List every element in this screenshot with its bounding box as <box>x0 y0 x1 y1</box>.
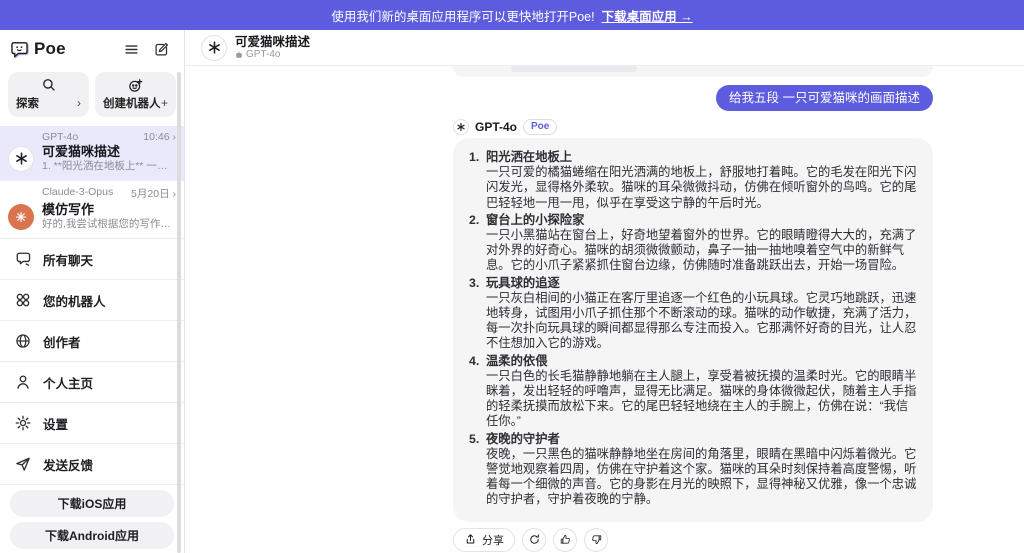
sidebar-item-your-bots[interactable]: 您的机器人 <box>0 280 184 321</box>
poe-badge[interactable]: Poe <box>523 119 557 135</box>
bot-mini-icon <box>235 51 243 59</box>
poe-brand[interactable]: Poe <box>10 39 66 59</box>
chevron-right-icon: › <box>173 188 177 200</box>
compose-icon[interactable] <box>153 41 170 58</box>
chat-title: 可爱猫咪描述 <box>42 144 174 160</box>
item-title: 窗台上的小探险家 <box>486 213 917 228</box>
top-banner: 使用我们新的桌面应用程序可以更快地打开Poe! 下载桌面应用 → <box>0 0 1024 30</box>
share-icon <box>464 533 477 546</box>
message-actions: 分享 <box>453 528 933 552</box>
chat-item-imitation-writing[interactable]: Claude-3-Opus 5月20日 › 模仿写作 好的,我尝试根据您的写作风… <box>0 181 184 239</box>
chevron-right-icon: › <box>173 131 177 143</box>
thumbs-up-icon <box>559 533 572 546</box>
gpt4o-avatar <box>453 119 469 135</box>
list-item: 4. 温柔的依偎一只白色的长毛猫静静地躺在主人腿上，享受着被抚摸的温柔时光。它的… <box>469 354 917 430</box>
sidebar-header: Poe <box>0 30 184 68</box>
explore-label: 探索 <box>16 95 39 111</box>
thumbs-down-icon <box>590 533 603 546</box>
sidebar-item-all-chats[interactable]: 所有聊天 <box>0 239 184 280</box>
chat-header-avatar <box>201 35 227 61</box>
gear-icon <box>14 414 32 432</box>
gpt4o-avatar <box>8 146 34 172</box>
search-icon <box>16 77 81 93</box>
list-item: 3. 玩具球的追逐一只灰白相间的小猫正在客厅里追逐一个红色的小玩具球。它灵巧地跳… <box>469 276 917 352</box>
bot-plus-icon <box>103 77 168 94</box>
nav-label: 发送反馈 <box>43 455 93 474</box>
chat-main: 可爱猫咪描述 GPT-4o 给我五段 一只可爱猫咪的画面描述 <box>185 30 1024 553</box>
item-text: 夜晚，一只黑色的猫咪静静地坐在房间的角落里，眼睛在黑暗中闪烁着微光。它警觉地观察… <box>486 447 917 508</box>
item-text: 一只小黑猫站在窗台上，好奇地望着窗外的世界。它的眼睛瞪得大大的，充满了对外界的好… <box>486 228 917 274</box>
item-title: 温柔的依偎 <box>486 354 917 369</box>
create-bot-button[interactable]: 创建机器人 + <box>95 72 176 117</box>
sidebar-scrollbar[interactable] <box>177 72 181 553</box>
list-item: 5. 夜晚的守护者夜晚，一只黑色的猫咪静静地坐在房间的角落里，眼睛在黑暗中闪烁着… <box>469 432 917 508</box>
bot-name: GPT-4o <box>475 120 517 134</box>
thumbs-up-button[interactable] <box>553 528 577 552</box>
profile-icon <box>14 373 32 391</box>
retry-button[interactable] <box>522 528 546 552</box>
list-item: 2. 窗台上的小探险家一只小黑猫站在窗台上，好奇地望着窗外的世界。它的眼睛瞪得大… <box>469 213 917 274</box>
sidebar: Poe 探索 › <box>0 30 185 553</box>
chats-icon <box>14 250 32 268</box>
chat-header: 可爱猫咪描述 GPT-4o <box>185 30 1024 66</box>
nav-label: 创作者 <box>43 332 81 351</box>
page-title: 可爱猫咪描述 <box>235 35 310 49</box>
chat-bot-name: Claude-3-Opus <box>42 186 113 201</box>
brand-name: Poe <box>34 39 66 59</box>
chevron-right-icon: › <box>77 96 81 110</box>
item-text: 一只可爱的橘猫蜷缩在阳光洒满的地板上，舒服地打着盹。它的毛发在阳光下闪闪发光，显… <box>486 165 917 211</box>
plus-icon: + <box>161 96 168 110</box>
bot-message-header: GPT-4o Poe <box>453 119 933 134</box>
sidebar-item-send-feedback[interactable]: 发送反馈 <box>0 444 184 485</box>
download-android-button[interactable]: 下载Android应用 <box>10 522 174 549</box>
sidebar-item-settings[interactable]: 设置 <box>0 403 184 444</box>
item-text: 一只白色的长毛猫静静地躺在主人腿上，享受着被抚摸的温柔时光。它的眼睛半眯着，发出… <box>486 369 917 430</box>
nav-label: 您的机器人 <box>43 291 106 310</box>
poe-app: Poe 探索 › <box>0 30 1024 553</box>
item-text: 一只灰白相间的小猫正在客厅里追逐一个红色的小玩具球。它灵巧地跳跃，迅速地转身，试… <box>486 291 917 352</box>
sidebar-item-creators[interactable]: 创作者 <box>0 321 184 362</box>
chat-time: 10:46 › <box>143 131 176 143</box>
user-message: 给我五段 一只可爱猫咪的画面描述 <box>716 85 933 111</box>
create-bot-label: 创建机器人 <box>103 95 161 111</box>
download-ios-button[interactable]: 下载iOS应用 <box>10 490 174 517</box>
previous-message-partial <box>453 66 933 77</box>
bots-grid-icon <box>14 291 32 309</box>
bot-message: 1. 阳光洒在地板上一只可爱的橘猫蜷缩在阳光洒满的地板上，舒服地打着盹。它的毛发… <box>453 138 933 522</box>
banner-download-link[interactable]: 下载桌面应用 → <box>602 6 693 25</box>
banner-text: 使用我们新的桌面应用程序可以更快地打开Poe! <box>331 6 594 25</box>
sidebar-item-profile[interactable]: 个人主页 <box>0 362 184 403</box>
explore-button[interactable]: 探索 › <box>8 72 89 117</box>
message-thread: 给我五段 一只可爱猫咪的画面描述 GPT-4o Poe 1. 阳光洒在地板上一只… <box>453 66 933 552</box>
refresh-icon <box>528 533 541 546</box>
nav-label: 设置 <box>43 414 68 433</box>
claude-avatar <box>8 204 34 230</box>
menu-icon[interactable] <box>123 41 140 58</box>
chat-preview: 1. **阳光洒在地板上** 一只可爱的橘… <box>42 160 174 173</box>
poe-logo-icon <box>10 40 29 59</box>
share-button[interactable]: 分享 <box>453 528 515 552</box>
thumbs-down-button[interactable] <box>584 528 608 552</box>
chat-time: 5月20日 › <box>131 186 176 201</box>
creators-icon <box>14 332 32 350</box>
chat-title: 模仿写作 <box>42 202 174 218</box>
item-title: 玩具球的追逐 <box>486 276 917 291</box>
chat-header-bot-name: GPT-4o <box>246 49 280 60</box>
previous-message-content <box>511 66 637 72</box>
chat-item-cute-cat[interactable]: GPT-4o 10:46 › 可爱猫咪描述 1. **阳光洒在地板上** 一只可… <box>0 126 184 181</box>
paper-plane-icon <box>14 455 32 473</box>
share-label: 分享 <box>482 532 504 548</box>
list-item: 1. 阳光洒在地板上一只可爱的橘猫蜷缩在阳光洒满的地板上，舒服地打着盹。它的毛发… <box>469 150 917 211</box>
item-title: 夜晚的守护者 <box>486 432 917 447</box>
chat-preview: 好的,我尝试根据您的写作风格,创作一… <box>42 218 174 231</box>
item-title: 阳光洒在地板上 <box>486 150 917 165</box>
nav-label: 所有聊天 <box>43 250 93 269</box>
chat-bot-name: GPT-4o <box>42 131 78 143</box>
nav-label: 个人主页 <box>43 373 93 392</box>
